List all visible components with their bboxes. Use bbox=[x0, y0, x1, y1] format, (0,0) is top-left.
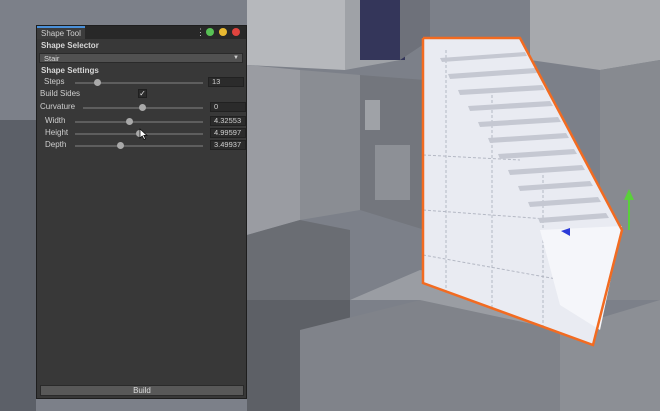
width-label: Width bbox=[45, 116, 66, 125]
kebab-menu-icon[interactable]: ⋮ bbox=[196, 26, 205, 39]
shape-type-value: Stair bbox=[44, 54, 60, 63]
shape-settings-header: Shape Settings bbox=[41, 66, 99, 75]
mouse-cursor-icon bbox=[139, 127, 149, 145]
width-slider-handle[interactable] bbox=[126, 118, 133, 125]
width-slider-track[interactable] bbox=[75, 121, 203, 123]
window-titlebar: Shape Tool ⋮ bbox=[37, 26, 246, 39]
height-input[interactable]: 4.99597 bbox=[210, 128, 246, 138]
curvature-label: Curvature bbox=[40, 102, 76, 111]
build-sides-checkbox[interactable]: ✓ bbox=[138, 89, 147, 98]
curvature-input[interactable]: 0 bbox=[210, 102, 246, 112]
chevron-down-icon: ▼ bbox=[233, 55, 239, 61]
curvature-slider-handle[interactable] bbox=[139, 104, 146, 111]
build-button[interactable]: Build bbox=[40, 385, 244, 396]
depth-slider-track[interactable] bbox=[75, 145, 203, 147]
minimize-button-icon[interactable] bbox=[219, 28, 227, 36]
close-button-icon[interactable] bbox=[232, 28, 240, 36]
shape-tool-window: Shape Tool ⋮ Shape Selector Stair ▼ Shap… bbox=[36, 25, 247, 399]
steps-input[interactable]: 13 bbox=[208, 77, 244, 87]
tab-shape-tool[interactable]: Shape Tool bbox=[37, 26, 85, 39]
maximize-button-icon[interactable] bbox=[206, 28, 214, 36]
depth-input[interactable]: 3.49937 bbox=[210, 140, 246, 150]
height-label: Height bbox=[45, 128, 69, 137]
build-sides-label: Build Sides bbox=[40, 89, 81, 98]
width-input[interactable]: 4.32553 bbox=[210, 116, 246, 126]
depth-label: Depth bbox=[45, 140, 67, 149]
steps-slider-handle[interactable] bbox=[94, 79, 101, 86]
shape-selector-header: Shape Selector bbox=[41, 41, 99, 50]
steps-label: Steps bbox=[44, 77, 65, 86]
shape-type-dropdown[interactable]: Stair ▼ bbox=[39, 53, 243, 63]
depth-slider-handle[interactable] bbox=[117, 142, 124, 149]
